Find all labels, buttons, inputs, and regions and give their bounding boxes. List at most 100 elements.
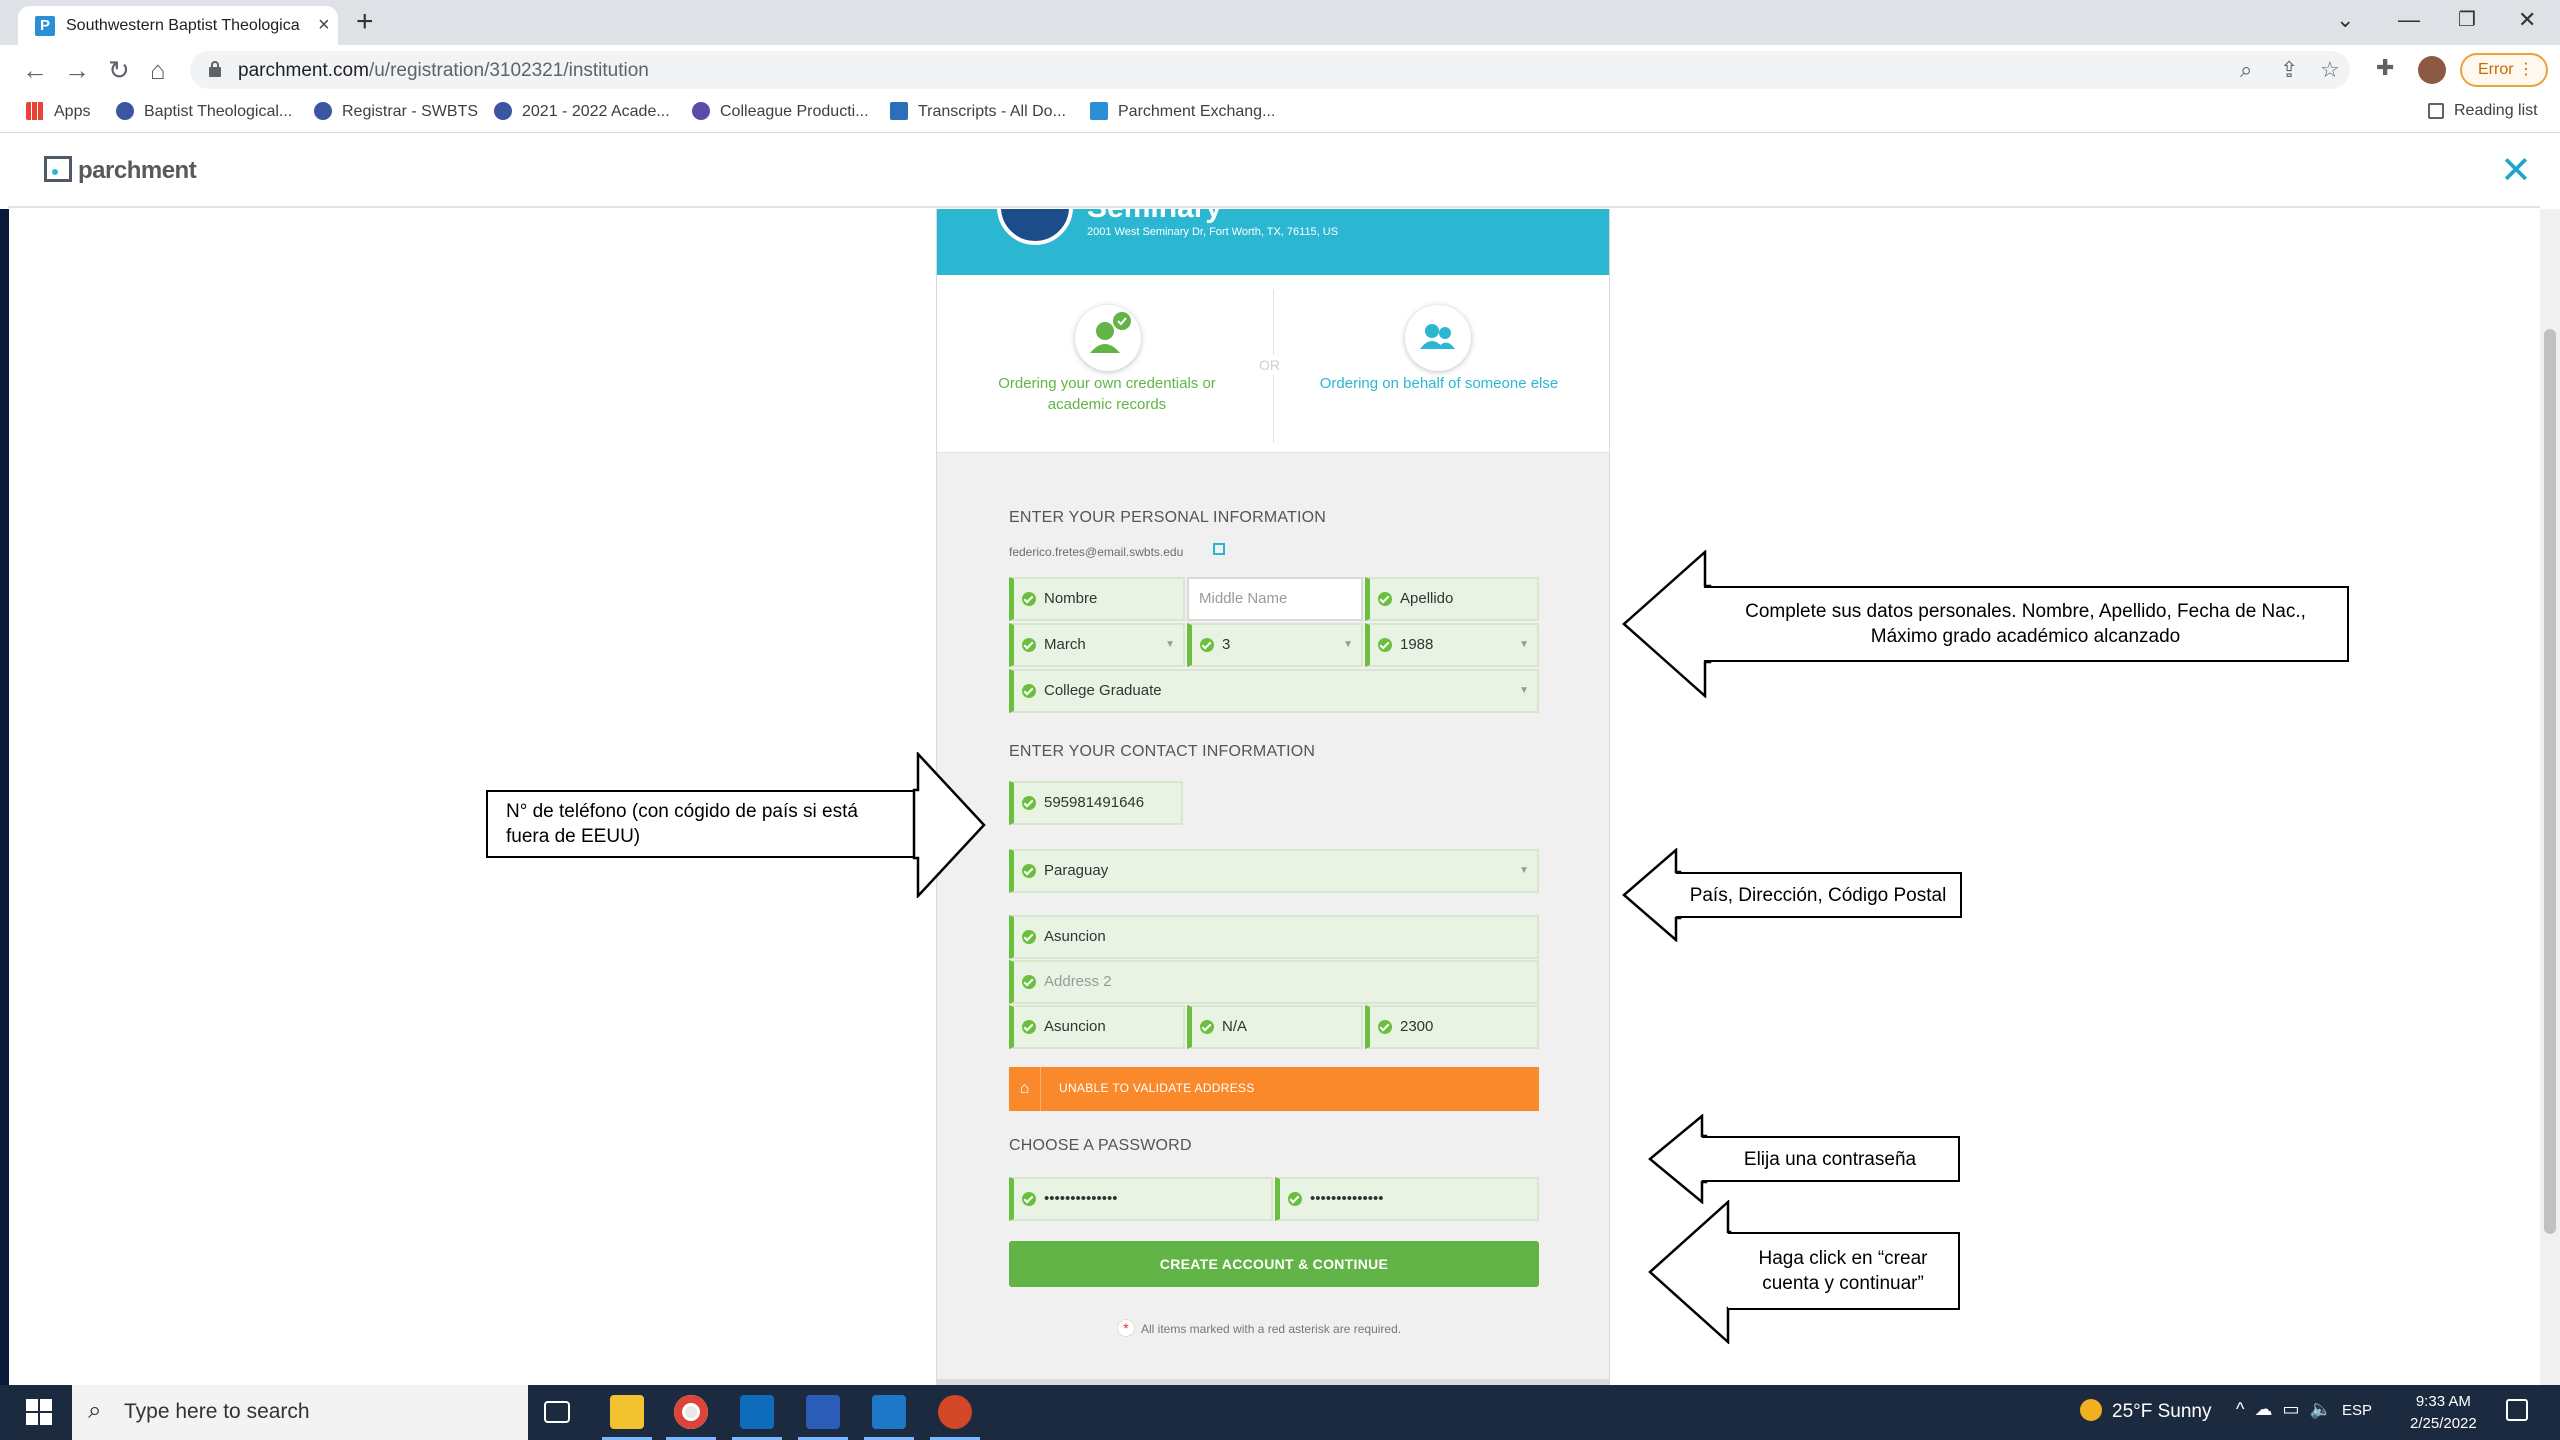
file-explorer-icon[interactable] — [610, 1395, 644, 1429]
own-credentials-label[interactable]: Ordering your own credentials or academi… — [987, 373, 1227, 415]
home-icon[interactable]: ⌂ — [150, 55, 166, 85]
phone-field[interactable]: 595981491646 — [1009, 781, 1183, 825]
system-tray[interactable]: ^ ☁ ▭ 🔈 ESP — [2236, 1399, 2372, 1420]
country-select[interactable]: Paraguay ▼ — [1009, 849, 1539, 893]
personal-info-title: ENTER YOUR PERSONAL INFORMATION — [1009, 509, 1327, 526]
close-window-button[interactable]: ✕ — [2518, 6, 2536, 34]
bookmark-item[interactable]: Baptist Theological... — [116, 102, 292, 121]
first-name-field[interactable]: Nombre — [1009, 577, 1185, 621]
word-icon[interactable] — [806, 1395, 840, 1429]
bookmark-item[interactable]: Registrar - SWBTS — [314, 102, 478, 121]
bookmark-item[interactable]: 2021 - 2022 Acade... — [494, 102, 670, 121]
confirm-password-field[interactable]: •••••••••••••• — [1275, 1177, 1539, 1221]
weather-widget[interactable]: 25°F Sunny — [2080, 1399, 2212, 1423]
annotation-arrow-icon — [1622, 848, 1682, 942]
education-select[interactable]: College Graduate ▼ — [1009, 669, 1539, 713]
tab-strip: P Southwestern Baptist Theologica × + ⌄ … — [0, 0, 2560, 45]
new-tab-button[interactable]: + — [356, 7, 374, 37]
share-icon[interactable]: ⇪ — [2280, 57, 2298, 83]
language-indicator[interactable]: ESP — [2342, 1402, 2372, 1419]
onedrive-icon[interactable]: ☁ — [2254, 1399, 2272, 1419]
edit-email-icon[interactable] — [1213, 543, 1225, 555]
password-field[interactable]: •••••••••••••• — [1009, 1177, 1273, 1221]
notification-icon[interactable] — [2506, 1399, 2528, 1421]
last-name-field[interactable]: Apellido — [1365, 577, 1539, 621]
annotation-address: País, Dirección, Código Postal — [1676, 872, 1962, 918]
parchment-logo-icon — [44, 156, 72, 182]
error-button[interactable]: Error ⋮ — [2460, 53, 2548, 87]
check-icon — [1022, 864, 1036, 878]
home-icon: ⌂ — [1009, 1067, 1041, 1111]
zoom-icon[interactable]: ⌕ — [2240, 57, 2252, 83]
reading-list-icon — [2428, 103, 2444, 119]
bookmark-star-icon[interactable]: ☆ — [2320, 57, 2340, 83]
institution-name: Seminary — [1087, 209, 1222, 225]
middle-name-field[interactable]: Middle Name — [1187, 577, 1363, 621]
browser-tab[interactable]: P Southwestern Baptist Theologica × — [18, 6, 338, 45]
order-type-choice: Ordering your own credentials or academi… — [937, 275, 1609, 453]
address2-field[interactable]: Address 2 — [1009, 960, 1539, 1004]
bookmark-apps[interactable]: Apps — [26, 102, 90, 121]
site-header: parchment ✕ — [8, 134, 2540, 208]
annotation-arrow-icon — [1622, 550, 1712, 698]
annotation-arrow-icon — [1648, 1114, 1708, 1204]
check-icon — [1022, 1020, 1036, 1034]
chevron-up-icon[interactable]: ^ — [2236, 1399, 2244, 1419]
create-account-button[interactable]: CREATE ACCOUNT & CONTINUE — [1009, 1241, 1539, 1287]
powerpoint-icon[interactable] — [938, 1395, 972, 1429]
network-icon[interactable]: ▭ — [2282, 1399, 2299, 1419]
outlook-icon[interactable] — [740, 1395, 774, 1429]
scrollbar[interactable] — [2540, 209, 2560, 1385]
taskbar-search[interactable]: ⌕ Type here to search — [72, 1385, 528, 1440]
close-icon[interactable]: ✕ — [2500, 148, 2532, 193]
profile-avatar[interactable] — [2418, 56, 2446, 84]
forward-arrow-icon[interactable]: → — [64, 55, 90, 85]
zip-field[interactable]: 2300 — [1365, 1005, 1539, 1049]
parchment-favicon-icon: P — [35, 16, 55, 36]
behalf-option[interactable] — [1405, 305, 1471, 371]
annotation-personal: Complete sus datos personales. Nombre, A… — [1704, 586, 2349, 662]
scrollbar-thumb[interactable] — [2544, 329, 2556, 1234]
users-icon — [1420, 324, 1455, 349]
bookmark-item[interactable]: Parchment Exchang... — [1090, 102, 1275, 121]
address-bar[interactable]: parchment.com/u/registration/3102321/ins… — [190, 51, 2350, 89]
minimize-button[interactable]: — — [2398, 6, 2420, 34]
birth-year-select[interactable]: 1988 ▼ — [1365, 623, 1539, 667]
bookmark-item[interactable]: Colleague Producti... — [692, 102, 869, 121]
tab-search-chevron-icon[interactable]: ⌄ — [2336, 6, 2354, 34]
address-warning-text: UNABLE TO VALIDATE ADDRESS — [1059, 1081, 1255, 1095]
birth-day-select[interactable]: 3 ▼ — [1187, 623, 1363, 667]
bookmark-item[interactable]: Transcripts - All Do... — [890, 102, 1066, 121]
reload-icon[interactable]: ↻ — [108, 55, 130, 85]
windows-start-icon[interactable] — [26, 1399, 52, 1425]
city-field[interactable]: Asuncion — [1009, 1005, 1185, 1049]
apps-grid-icon — [26, 102, 44, 120]
behalf-label[interactable]: Ordering on behalf of someone else — [1319, 373, 1559, 394]
url-text: parchment.com/u/registration/3102321/ins… — [238, 60, 649, 81]
clock[interactable]: 9:33 AM 2/25/2022 — [2410, 1391, 2477, 1435]
check-icon — [1378, 638, 1392, 652]
extensions-puzzle-icon[interactable]: ✚ — [2376, 55, 2394, 81]
check-icon — [1022, 930, 1036, 944]
site-favicon-icon — [494, 102, 512, 120]
restore-button[interactable]: ❐ — [2458, 6, 2476, 34]
site-favicon-icon — [1090, 102, 1108, 120]
own-credentials-option[interactable] — [1075, 305, 1141, 371]
taskbar: ⌕ Type here to search 25°F Sunny ^ ☁ ▭ 🔈… — [0, 1385, 2560, 1440]
tab-title: Southwestern Baptist Theologica — [66, 17, 300, 34]
chevron-down-icon: ▼ — [1343, 639, 1353, 650]
volume-icon[interactable]: 🔈 — [2310, 1399, 2332, 1419]
back-arrow-icon[interactable]: ← — [22, 55, 48, 85]
institution-address: 2001 West Seminary Dr, Fort Worth, TX, 7… — [1087, 226, 1339, 238]
reading-list-button[interactable]: Reading list — [2428, 102, 2538, 120]
task-view-icon[interactable] — [544, 1401, 570, 1423]
chrome-icon[interactable] — [674, 1395, 708, 1429]
sun-icon — [2080, 1399, 2102, 1421]
chevron-down-icon: ▼ — [1519, 865, 1529, 876]
birth-month-select[interactable]: March ▼ — [1009, 623, 1185, 667]
parchment-logo[interactable]: parchment — [44, 156, 197, 185]
photos-icon[interactable] — [872, 1395, 906, 1429]
tab-close-icon[interactable]: × — [318, 14, 330, 36]
address1-field[interactable]: Asuncion — [1009, 915, 1539, 959]
state-field[interactable]: N/A — [1187, 1005, 1363, 1049]
